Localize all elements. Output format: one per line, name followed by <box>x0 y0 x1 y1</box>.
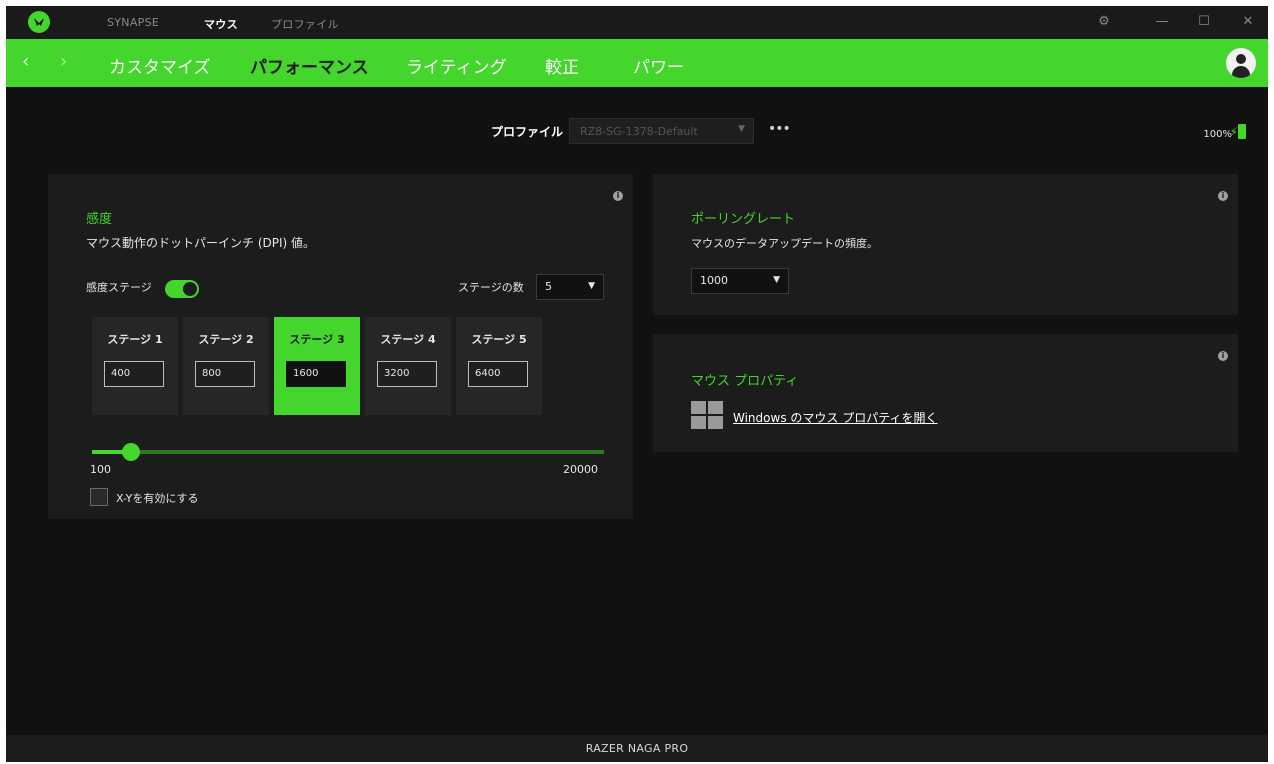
xy-enable-checkbox[interactable] <box>90 488 108 506</box>
sensitivity-stages-toggle[interactable] <box>165 280 199 298</box>
stage-dpi-value: 6400 <box>475 368 501 379</box>
sensitivity-stages-label: 感度ステージ <box>86 281 152 294</box>
polling-rate-value: 1000 <box>700 274 728 287</box>
maximize-icon[interactable]: ☐ <box>1194 12 1214 32</box>
mouse-properties-panel: i マウス プロパティ Windows のマウス プロパティを開く <box>653 334 1238 452</box>
stage-label: ステージ 4 <box>380 333 436 346</box>
forward-arrow-icon[interactable]: › <box>60 51 67 72</box>
device-name: RAZER NAGA PRO <box>585 742 689 755</box>
tab-profiles[interactable]: プロファイル <box>271 16 339 32</box>
stage-label: ステージ 5 <box>471 333 527 346</box>
stage-5[interactable]: ステージ 5 6400 <box>456 317 542 415</box>
close-icon[interactable]: ✕ <box>1238 12 1258 32</box>
device-footer: RAZER NAGA PRO <box>6 735 1268 762</box>
stage-count-label: ステージの数 <box>458 281 524 294</box>
user-avatar[interactable] <box>1226 48 1256 78</box>
info-icon[interactable]: i <box>1218 351 1228 361</box>
chevron-down-icon: ▼ <box>773 275 780 285</box>
stage-dpi-value: 800 <box>202 368 222 379</box>
battery-icon <box>1238 124 1246 139</box>
stage-1[interactable]: ステージ 1 400 <box>92 317 178 415</box>
battery-percent: 100% <box>1203 129 1232 140</box>
sensitivity-panel: i 感度 マウス動作のドットパーインチ (DPI) 値。 感度ステージ ステージ… <box>48 174 633 519</box>
avatar-head <box>1236 54 1246 64</box>
sensitivity-title: 感度 <box>86 212 113 227</box>
polling-rate-panel: i ポーリングレート マウスのデータアップデートの頻度。 1000 ▼ <box>653 174 1238 315</box>
tab-synapse[interactable]: SYNAPSE <box>107 16 159 29</box>
chevron-down-icon: ▼ <box>738 124 745 134</box>
tab-mouse[interactable]: マウス <box>204 16 238 32</box>
stage-label: ステージ 3 <box>289 333 345 346</box>
info-icon[interactable]: i <box>1218 191 1228 201</box>
polling-rate-description: マウスのデータアップデートの頻度。 <box>691 237 878 250</box>
razer-logo-icon <box>28 11 50 33</box>
stage-3[interactable]: ステージ 3 1600 <box>274 317 360 415</box>
stage-dpi-input[interactable]: 3200 <box>377 361 437 387</box>
dpi-slider-track[interactable] <box>92 450 604 454</box>
toggle-knob <box>183 282 197 296</box>
avatar-body <box>1232 66 1250 78</box>
stage-label: ステージ 1 <box>107 333 163 346</box>
back-arrow-icon[interactable]: ‹ <box>22 51 29 72</box>
tab-performance[interactable]: パフォーマンス <box>250 53 369 78</box>
settings-gear-icon[interactable]: ⚙ <box>1094 12 1114 32</box>
windows-logo-icon <box>691 401 723 429</box>
stage-count-dropdown[interactable]: 5 ▼ <box>536 274 604 300</box>
stage-dpi-value: 1600 <box>293 368 319 379</box>
dpi-slider-handle[interactable] <box>121 443 140 461</box>
dpi-slider-max: 20000 <box>563 463 598 476</box>
chevron-down-icon: ▼ <box>588 281 595 291</box>
mouse-properties-title: マウス プロパティ <box>691 374 799 389</box>
stage-4[interactable]: ステージ 4 3200 <box>365 317 451 415</box>
charging-bolt-icon: ⚡ <box>1229 125 1238 139</box>
tab-power[interactable]: パワー <box>633 53 684 78</box>
stage-dpi-input[interactable]: 400 <box>104 361 164 387</box>
profile-more-button[interactable]: ••• <box>768 121 791 137</box>
stage-count-value: 5 <box>545 280 552 293</box>
sensitivity-description: マウス動作のドットパーインチ (DPI) 値。 <box>86 236 316 250</box>
xy-enable-label: X-Yを有効にする <box>116 492 199 505</box>
profile-dropdown-value: RZ8-SG-1378-Default <box>580 125 698 138</box>
tab-lighting[interactable]: ライティング <box>406 53 507 78</box>
dpi-slider-min: 100 <box>90 463 111 476</box>
polling-rate-title: ポーリングレート <box>691 212 796 227</box>
stage-dpi-value: 3200 <box>384 368 410 379</box>
tab-customize[interactable]: カスタマイズ <box>109 53 211 78</box>
title-bar: SYNAPSE マウス プロファイル ⚙ — ☐ ✕ <box>6 6 1268 39</box>
stage-dpi-input[interactable]: 800 <box>195 361 255 387</box>
polling-rate-dropdown[interactable]: 1000 ▼ <box>691 268 789 294</box>
tab-calibration[interactable]: 較正 <box>545 53 579 78</box>
stage-2[interactable]: ステージ 2 800 <box>183 317 269 415</box>
profile-label: プロファイル <box>491 125 564 139</box>
info-icon[interactable]: i <box>613 191 623 201</box>
sub-navigation-bar: ‹ › カスタマイズ パフォーマンス ライティング 較正 パワー <box>6 39 1268 87</box>
stage-label: ステージ 2 <box>198 333 254 346</box>
minimize-icon[interactable]: — <box>1152 12 1172 32</box>
synapse-window: SYNAPSE マウス プロファイル ⚙ — ☐ ✕ ‹ › カスタマイズ パフ… <box>6 6 1268 762</box>
open-windows-mouse-properties-link[interactable]: Windows のマウス プロパティを開く <box>733 409 937 426</box>
stage-dpi-input[interactable]: 6400 <box>468 361 528 387</box>
stage-dpi-value: 400 <box>111 368 131 379</box>
stage-dpi-input[interactable]: 1600 <box>286 361 346 387</box>
profile-dropdown[interactable]: RZ8-SG-1378-Default ▼ <box>569 118 754 144</box>
